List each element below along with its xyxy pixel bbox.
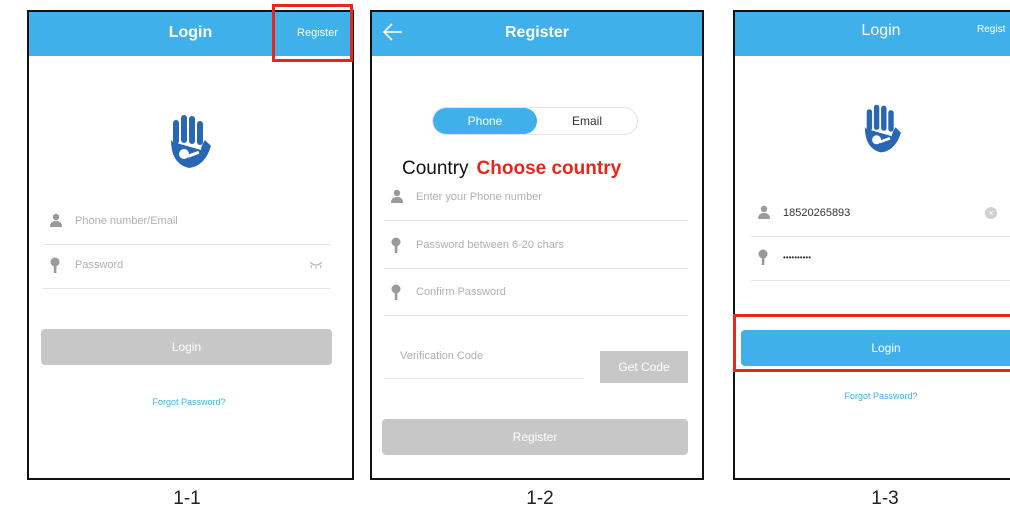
confirm-password-placeholder: Confirm Password [416, 286, 506, 298]
password-placeholder: Password between 6-20 chars [416, 239, 564, 251]
login-button[interactable]: Login [741, 330, 1010, 366]
tab-phone[interactable]: Phone [433, 108, 537, 134]
password-field[interactable]: Password between 6-20 chars [384, 224, 688, 269]
account-value: 18520265893 [783, 207, 851, 219]
forgot-password-link[interactable]: Forgot Password? [29, 397, 349, 407]
register-link[interactable]: Regist [977, 24, 1005, 35]
user-icon [758, 205, 770, 219]
password-placeholder: Password [75, 259, 124, 271]
user-icon [50, 213, 62, 227]
page-title: Login [861, 22, 901, 39]
caption-3: 1-3 [871, 488, 899, 509]
verification-code-field[interactable]: Verification Code [384, 336, 584, 379]
caption-1: 1-1 [173, 488, 201, 509]
page-title: Register [504, 24, 570, 41]
clear-icon[interactable]: × [985, 207, 997, 219]
login-screen-2: Login Regist 18520265893 × •••••••••• Lo… [733, 10, 1010, 480]
login-screen-1: Login Register Phone number/Email Passwo… [27, 10, 354, 480]
key-icon [391, 284, 401, 300]
key-icon [50, 257, 60, 273]
user-icon [391, 189, 403, 203]
hand-key-icon [171, 115, 211, 168]
forgot-password-link[interactable]: Forgot Password? [735, 391, 1010, 401]
account-field[interactable]: Phone number/Email [43, 200, 331, 245]
password-field[interactable]: •••••••••• [751, 236, 1010, 281]
verification-code-placeholder: Verification Code [400, 350, 484, 362]
get-code-button[interactable]: Get Code [600, 351, 688, 383]
hand-key-icon [864, 104, 901, 153]
contact-type-toggle[interactable]: Phone Email [432, 107, 638, 135]
header-bar: Login Register [29, 12, 352, 56]
phone-field[interactable]: Enter your Phone number [384, 176, 688, 221]
phone-placeholder: Enter your Phone number [416, 191, 542, 203]
account-placeholder: Phone number/Email [75, 215, 178, 227]
eye-closed-icon[interactable] [309, 261, 323, 269]
password-field[interactable]: Password [43, 244, 331, 289]
key-icon [758, 249, 768, 265]
register-button[interactable]: Register [382, 419, 688, 455]
password-value: •••••••••• [783, 253, 812, 262]
account-field[interactable]: 18520265893 × [751, 192, 1010, 237]
register-screen: Register Phone Email Country Choose count… [370, 10, 704, 480]
caption-2: 1-2 [526, 488, 554, 509]
key-icon [391, 237, 401, 253]
confirm-password-field[interactable]: Confirm Password [384, 271, 688, 316]
tab-email[interactable]: Email [537, 108, 637, 134]
header-bar: Register [372, 12, 702, 56]
login-button[interactable]: Login [41, 329, 332, 365]
header-bar: Login Regist [735, 12, 1010, 56]
register-link[interactable]: Register [297, 27, 338, 39]
